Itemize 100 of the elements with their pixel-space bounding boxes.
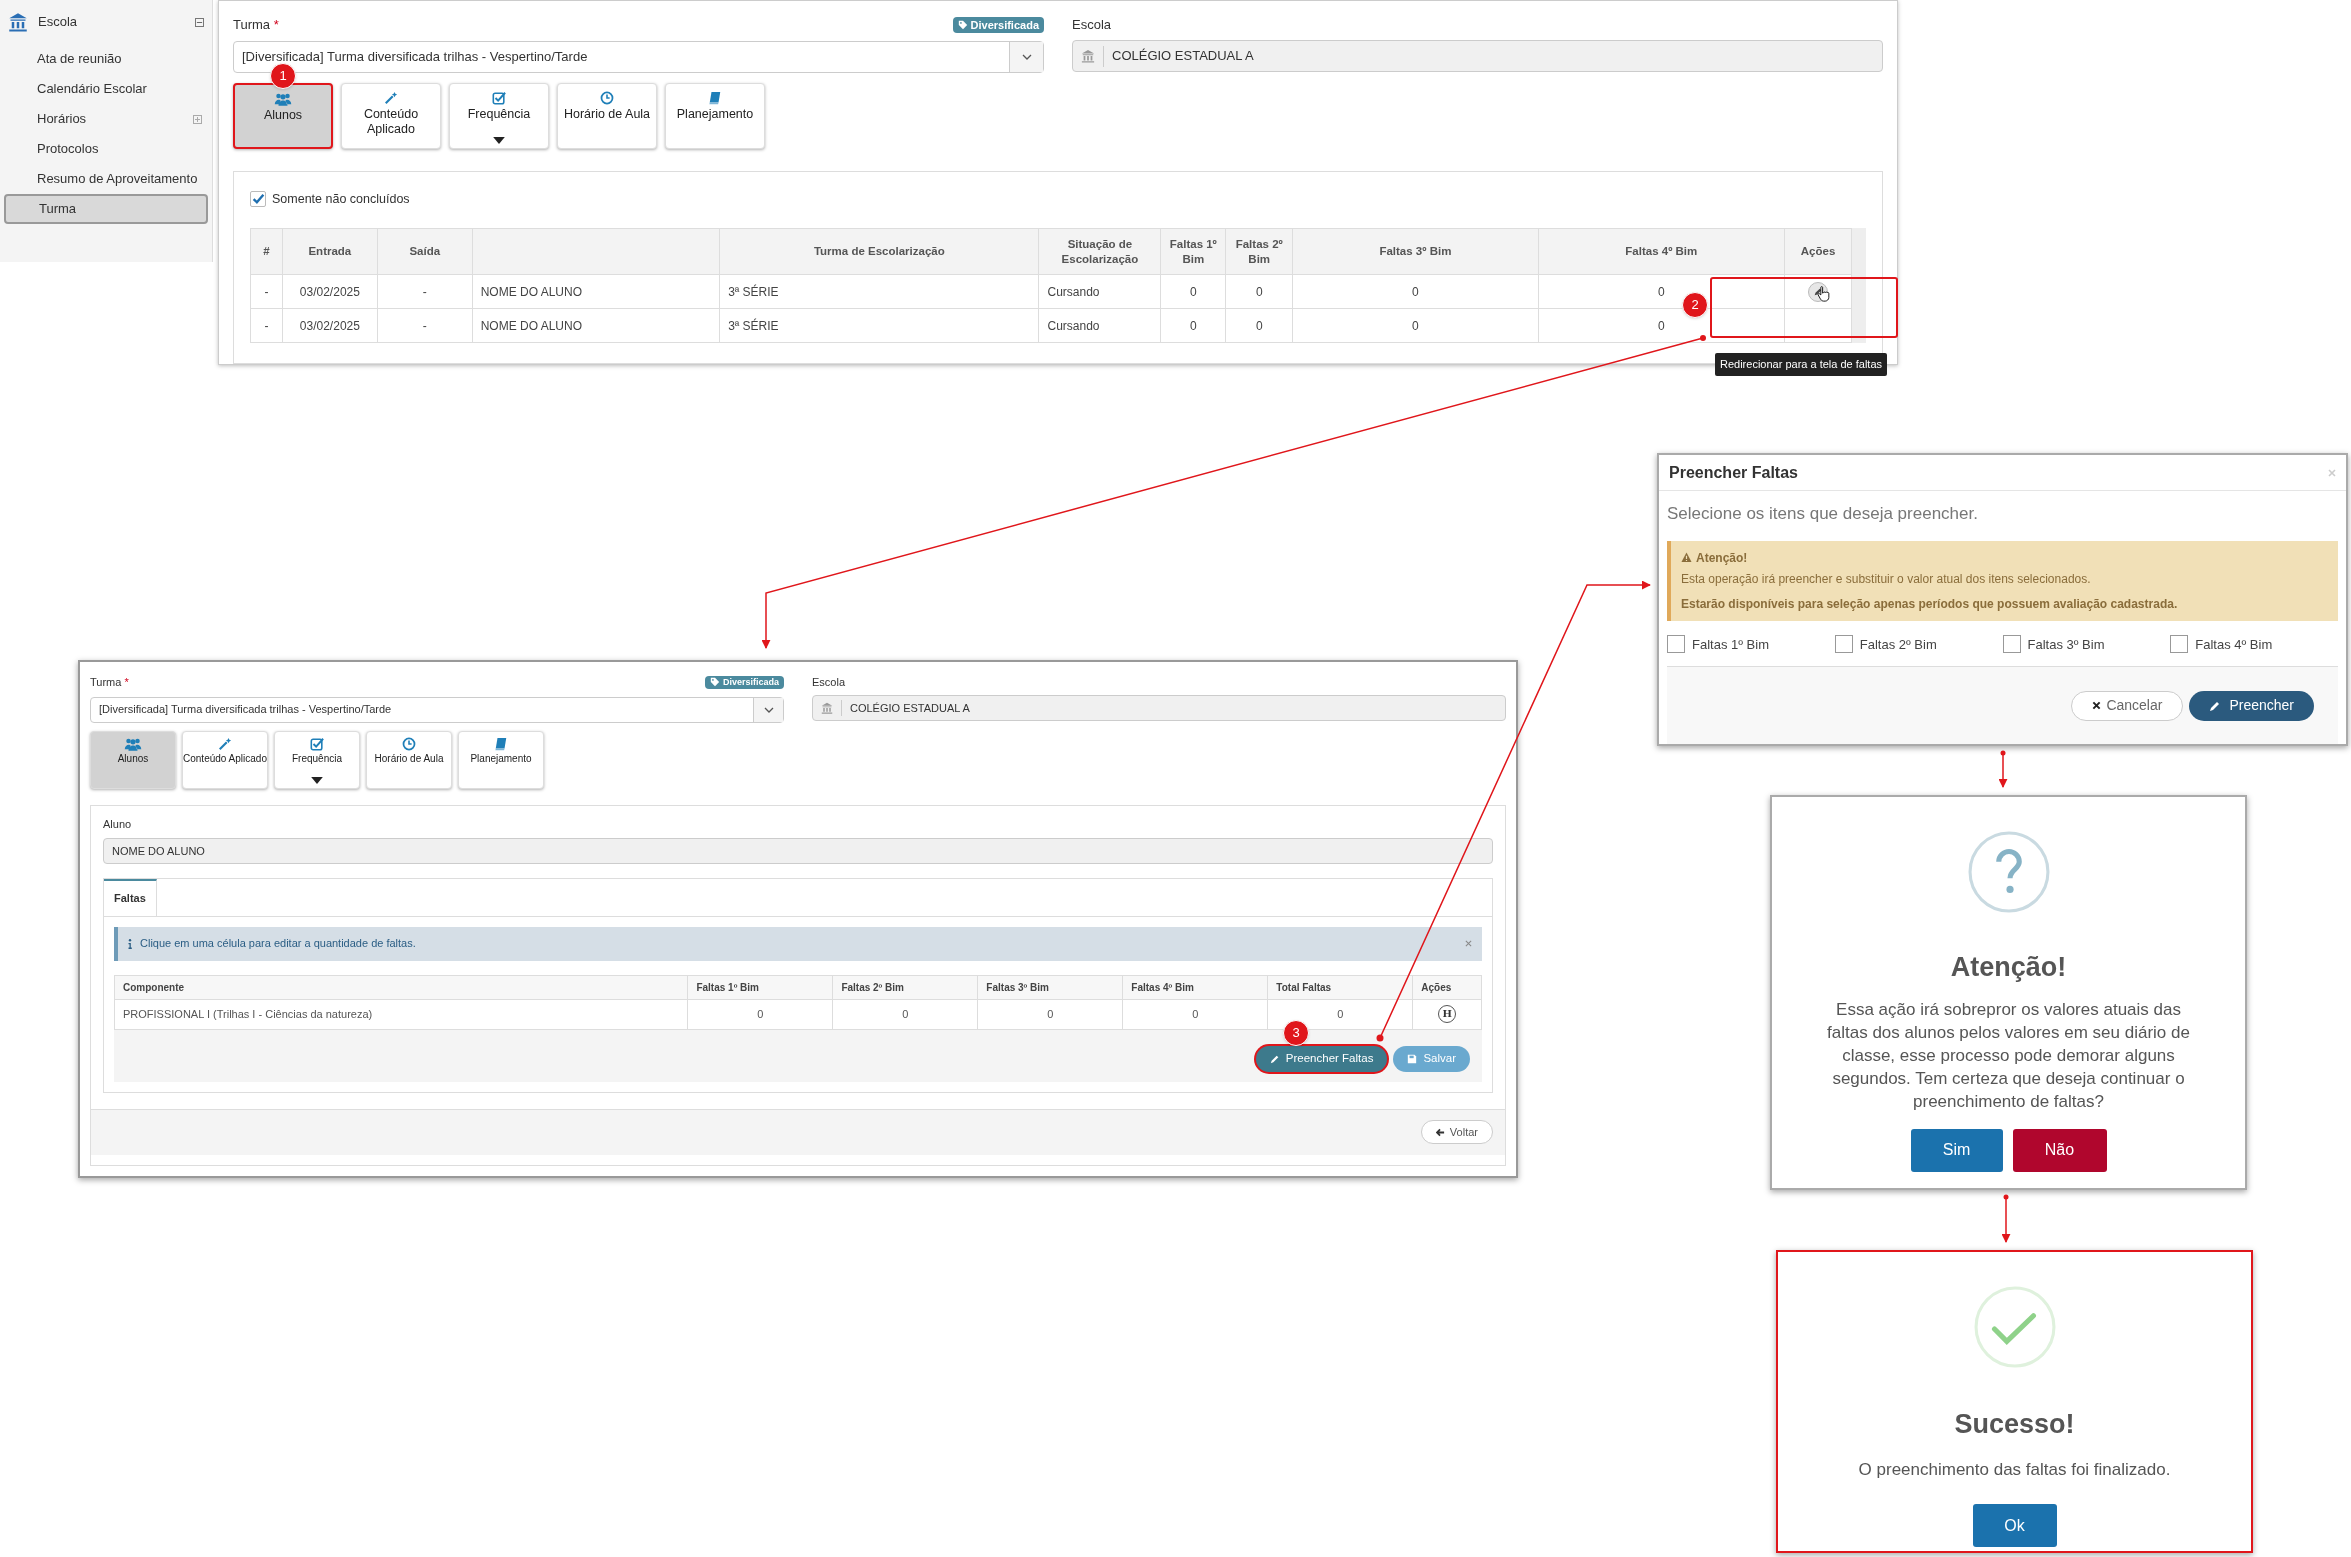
field-label: Turma *	[90, 675, 129, 690]
table-cell: 0	[1160, 274, 1226, 309]
column-header: Componente	[114, 975, 688, 999]
question-icon	[1967, 831, 2050, 913]
hand-pointer-icon	[1817, 285, 1831, 302]
fill-absences-button[interactable]: Preencher Faltas	[1255, 1045, 1388, 1072]
info-icon	[128, 938, 132, 949]
table-cell: Cursando	[1039, 274, 1161, 309]
escola-field: COLÉGIO ESTADUAL A	[812, 695, 1506, 721]
ok-button[interactable]: Ok	[1972, 1504, 2057, 1547]
sidebar-item[interactable]: Turma	[4, 194, 208, 224]
chevron-down-icon	[763, 706, 774, 713]
escola-field: COLÉGIO ESTADUAL A	[1072, 40, 1883, 72]
toolbar-button[interactable]: Horário de Aula	[557, 82, 657, 149]
book-icon	[494, 736, 508, 751]
table-cell: 0	[1292, 308, 1539, 343]
wand-icon	[218, 736, 232, 751]
collapse-icon[interactable]	[195, 17, 204, 27]
toolbar-button[interactable]: Planejamento	[458, 730, 544, 789]
dialog-title: Sucesso!	[1954, 1408, 2075, 1441]
checkbox[interactable]	[1667, 635, 1685, 654]
checkbox[interactable]	[250, 190, 266, 207]
close-icon[interactable]	[1465, 940, 1472, 947]
connector-arrow	[2001, 1194, 2011, 1243]
toolbar-button[interactable]: Frequência	[274, 730, 360, 789]
pencil-icon	[1269, 1053, 1280, 1064]
dialog-subtitle: Selecione os itens que deseja preencher.	[1667, 503, 1979, 525]
toolbar-button[interactable]: Alunos	[233, 82, 333, 149]
pencil-icon	[2209, 699, 2222, 712]
cancel-button[interactable]: Cancelar	[2071, 690, 2184, 721]
checkbox-icon	[492, 90, 506, 105]
column-header: Ações	[1412, 975, 1482, 999]
sidebar-item[interactable]: Resumo de Aproveitamento	[4, 164, 208, 194]
toolbar-button[interactable]: Planejamento	[665, 82, 765, 149]
column-header: Total Faltas	[1267, 975, 1413, 999]
users-icon	[274, 91, 292, 106]
sidebar-item[interactable]: Protocolos	[4, 134, 208, 164]
toolbar-button[interactable]: Conteúdo Aplicado	[341, 82, 441, 149]
warning-icon	[1681, 552, 1692, 563]
yes-button[interactable]: Sim	[1910, 1128, 2003, 1172]
table-cell: 03/02/2025	[282, 274, 378, 309]
table-cell: 0	[1292, 274, 1539, 309]
check-circle-icon	[1973, 1286, 2056, 1368]
dialog-message: O preenchimento das faltas foi finalizado.	[1858, 1458, 2171, 1481]
toolbar-button[interactable]: Horário de Aula	[366, 730, 452, 789]
alert-message: Esta operação irá preencher e substituir o valor atual dos itens selecionados.	[1681, 570, 2092, 588]
close-icon	[2092, 701, 2102, 710]
chevron-down-icon	[1021, 53, 1032, 60]
connector-arrow	[1998, 750, 2008, 788]
back-button[interactable]: Voltar	[1420, 1120, 1493, 1145]
sidebar-item[interactable]: Horários	[4, 104, 208, 134]
table-cell: 0	[1160, 308, 1226, 343]
column-header: Faltas 3º Bim	[977, 975, 1123, 999]
turma-select[interactable]: [Diversificada] Turma diversificada trilhas - Vespertino/Tarde	[90, 696, 784, 723]
table-cell: Cursando	[1039, 308, 1161, 343]
field-label: Escola	[1072, 16, 1113, 34]
column-header: Faltas 2º Bim	[1225, 228, 1293, 275]
table-cell: NOME DO ALUNO	[472, 274, 720, 309]
tooltip: Redirecionar para a tela de faltas	[1715, 353, 1888, 376]
table-cell: 0	[687, 999, 833, 1029]
toolbar-button[interactable]: Conteúdo Aplicado	[182, 730, 268, 789]
toolbar-button[interactable]: Alunos	[90, 730, 176, 789]
tab[interactable]: Faltas	[104, 879, 157, 916]
bank-icon	[821, 702, 833, 714]
table-cell: 0	[977, 999, 1123, 1029]
sidebar-section-title[interactable]: Escola	[38, 12, 185, 32]
checkbox[interactable]	[2002, 635, 2021, 654]
column-header: #	[250, 228, 283, 275]
table-cell: 3ª SÉRIE	[719, 274, 1039, 309]
dialog-title: Preencher Faltas	[1669, 462, 1799, 483]
clock-icon	[402, 736, 416, 751]
checkbox[interactable]	[2170, 635, 2189, 654]
expand-icon[interactable]	[193, 114, 202, 124]
field-label: Escola	[812, 675, 847, 689]
table-cell: NOME DO ALUNO	[472, 308, 720, 343]
table-cell: 0	[1225, 274, 1293, 309]
close-icon[interactable]	[2328, 468, 2336, 477]
tag-badge: Diversificada	[952, 16, 1044, 33]
sidebar-item[interactable]: Calendário Escolar	[4, 74, 208, 104]
checkbox-label: Faltas 2º Bim	[1859, 635, 1937, 654]
column-header: Faltas 2º Bim	[832, 975, 978, 999]
table-cell: 3ª SÉRIE	[719, 308, 1039, 343]
checkbox-label: Faltas 1º Bim	[1692, 635, 1769, 654]
tag-badge: Diversificada	[704, 675, 784, 689]
table-cell: -	[377, 274, 473, 309]
no-button[interactable]: Não	[2012, 1128, 2107, 1172]
table-cell: 03/02/2025	[282, 308, 378, 343]
dialog-message: Essa ação irá sobrepror os valores atuais das faltas dos alunos pelos valores em seu diário de classe, esse processo pode demorar alguns segundos. Tem certeza que deseja continuar o preenchimento de faltas?	[1826, 998, 2191, 1113]
checkbox[interactable]	[1834, 635, 1853, 654]
tag-icon	[957, 19, 968, 30]
column-header: Entrada	[282, 228, 378, 275]
table-cell: 0	[832, 999, 978, 1029]
column-header: Saída	[377, 228, 473, 275]
sidebar-item[interactable]: Ata de reunião	[4, 44, 208, 74]
toolbar-button[interactable]: Frequência	[449, 82, 549, 149]
bank-icon	[1081, 49, 1095, 63]
alert-note: Estarão disponíveis para seleção apenas períodos que possuem avaliação cadastrada.	[1681, 595, 2179, 613]
fill-button[interactable]: Preencher	[2189, 690, 2314, 721]
aluno-field: NOME DO ALUNO	[103, 838, 1493, 864]
column-header: Faltas 1º Bim	[687, 975, 833, 999]
